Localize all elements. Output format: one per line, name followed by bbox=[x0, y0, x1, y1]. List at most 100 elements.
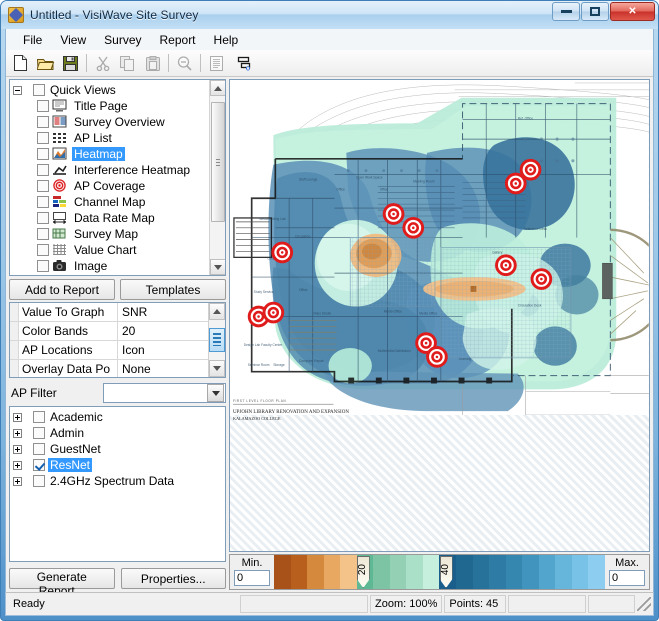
close-icon[interactable]: ✕ bbox=[610, 2, 655, 21]
checkbox-survey-overview[interactable] bbox=[37, 116, 49, 128]
remove-from-report-icon[interactable] bbox=[233, 52, 256, 74]
open-folder-icon[interactable] bbox=[34, 52, 57, 74]
tree-node-survey-map[interactable]: Survey Map bbox=[13, 226, 225, 242]
checkbox-channel-map[interactable] bbox=[37, 196, 49, 208]
property-row-overlay-data-points[interactable]: Overlay Data Po None bbox=[10, 360, 208, 378]
menu-view[interactable]: View bbox=[51, 31, 95, 49]
copy-icon[interactable] bbox=[116, 52, 139, 74]
scroll-down-icon[interactable] bbox=[209, 360, 225, 377]
checkbox-ap-coverage[interactable] bbox=[37, 180, 49, 192]
tree-node-survey-overview[interactable]: Survey Overview bbox=[13, 114, 225, 130]
add-to-report-button[interactable]: Add to Report bbox=[9, 279, 115, 300]
heatmap-canvas[interactable]: Staff Lounge Open Work Space Office Offi… bbox=[230, 80, 649, 551]
ap-filter-tree[interactable]: Academic Admin GuestNet bbox=[9, 406, 226, 562]
checkbox-ap-list[interactable] bbox=[37, 132, 49, 144]
scroll-thumb[interactable] bbox=[211, 102, 225, 222]
checkbox-resnet[interactable] bbox=[33, 459, 45, 471]
legend-min-label: Min. bbox=[242, 558, 263, 569]
legend-band bbox=[456, 555, 473, 589]
property-value[interactable]: 20 bbox=[118, 322, 208, 340]
checkbox-survey-map[interactable] bbox=[37, 228, 49, 240]
cut-scissors-icon[interactable] bbox=[91, 52, 114, 74]
generate-report-button[interactable]: Generate Report... bbox=[9, 568, 115, 589]
property-row-value-to-graph[interactable]: Value To Graph SNR bbox=[10, 303, 208, 322]
plan-caption-line2: KALAMAZOO COLLEGE bbox=[233, 416, 281, 421]
properties-button[interactable]: Properties... bbox=[121, 568, 227, 589]
expander-icon[interactable] bbox=[13, 413, 22, 422]
legend-color-bands[interactable]: 20 40 bbox=[274, 555, 605, 589]
chevron-down-icon[interactable] bbox=[207, 384, 224, 402]
expander-icon[interactable] bbox=[13, 461, 22, 470]
scroll-track[interactable] bbox=[209, 320, 225, 360]
scroll-track[interactable] bbox=[210, 96, 226, 259]
expander-icon[interactable] bbox=[13, 445, 22, 454]
menu-survey[interactable]: Survey bbox=[95, 31, 150, 49]
checkbox-spectrum-data[interactable] bbox=[33, 475, 45, 487]
property-row-color-bands[interactable]: Color Bands 20 bbox=[10, 322, 208, 341]
scroll-down-icon[interactable] bbox=[210, 259, 226, 275]
checkbox-interference-heatmap[interactable] bbox=[37, 164, 49, 176]
checkbox-admin[interactable] bbox=[33, 427, 45, 439]
legend-max: Max. bbox=[605, 555, 649, 589]
new-file-icon[interactable] bbox=[9, 52, 32, 74]
tree-node-image[interactable]: Image bbox=[13, 258, 225, 274]
tree-node-channel-map[interactable]: Channel Map bbox=[13, 194, 225, 210]
tree-node-interference-heatmap[interactable]: Interference Heatmap bbox=[13, 162, 225, 178]
checkbox-title-page[interactable] bbox=[37, 100, 49, 112]
color-scale-legend: Min. 20 40 Max. bbox=[229, 554, 650, 590]
minimize-icon[interactable] bbox=[552, 2, 580, 21]
ap-filter-node-guestnet[interactable]: GuestNet bbox=[13, 441, 225, 457]
zoom-out-icon[interactable] bbox=[173, 52, 196, 74]
menu-help[interactable]: Help bbox=[205, 31, 248, 49]
save-disk-icon[interactable] bbox=[59, 52, 82, 74]
menu-file[interactable]: File bbox=[14, 31, 51, 49]
checkbox-academic[interactable] bbox=[33, 411, 45, 423]
ap-filter-combo[interactable] bbox=[103, 383, 226, 403]
svg-text:Open Work Space: Open Work Space bbox=[356, 176, 383, 180]
scroll-thumb[interactable] bbox=[209, 328, 225, 352]
ap-filter-node-resnet[interactable]: ResNet bbox=[13, 457, 225, 473]
checkbox-value-chart[interactable] bbox=[37, 244, 49, 256]
checkbox-image[interactable] bbox=[37, 260, 49, 272]
resize-grip-icon[interactable] bbox=[637, 597, 651, 611]
tree-node-data-rate-map[interactable]: Data Rate Map bbox=[13, 210, 225, 226]
quick-views-tree[interactable]: Quick Views Title Page bbox=[9, 79, 226, 276]
checkbox-guestnet[interactable] bbox=[33, 443, 45, 455]
menu-report[interactable]: Report bbox=[151, 31, 205, 49]
templates-button[interactable]: Templates bbox=[120, 279, 226, 300]
property-row-ap-locations[interactable]: AP Locations Icon bbox=[10, 341, 208, 360]
checkbox-data-rate-map[interactable] bbox=[37, 212, 49, 224]
scroll-up-icon[interactable] bbox=[210, 80, 226, 96]
property-grid-scrollbar[interactable] bbox=[208, 303, 225, 377]
property-grid[interactable]: Value To Graph SNR Color Bands 20 AP Loc… bbox=[9, 302, 226, 378]
quick-views-scrollbar[interactable] bbox=[209, 80, 225, 275]
heatmap-view[interactable]: Staff Lounge Open Work Space Office Offi… bbox=[229, 79, 650, 552]
checkbox-quick-views[interactable] bbox=[33, 84, 45, 96]
checkbox-heatmap[interactable] bbox=[37, 148, 49, 160]
restore-icon[interactable] bbox=[581, 2, 609, 21]
paste-icon[interactable] bbox=[141, 52, 164, 74]
property-value[interactable]: None bbox=[118, 360, 208, 378]
tree-node-heatmap[interactable]: Heatmap bbox=[13, 146, 225, 162]
tree-node-ap-coverage[interactable]: AP Coverage bbox=[13, 178, 225, 194]
tree-node-ap-list[interactable]: AP List bbox=[13, 130, 225, 146]
expander-icon[interactable] bbox=[13, 429, 22, 438]
document-icon[interactable] bbox=[205, 52, 228, 74]
ap-filter-node-admin[interactable]: Admin bbox=[13, 425, 225, 441]
tree-node-value-chart[interactable]: Value Chart bbox=[13, 242, 225, 258]
expander-icon[interactable] bbox=[13, 477, 22, 486]
tree-node-title-page[interactable]: Title Page bbox=[13, 98, 225, 114]
property-value[interactable]: Icon bbox=[118, 341, 208, 359]
property-value[interactable]: SNR bbox=[118, 303, 208, 321]
expander-icon[interactable] bbox=[13, 86, 22, 95]
legend-min-input[interactable] bbox=[234, 570, 270, 586]
scroll-up-icon[interactable] bbox=[209, 303, 225, 320]
quick-views-tree-body: Quick Views Title Page bbox=[10, 80, 225, 274]
property-gutter bbox=[10, 341, 19, 359]
legend-max-input[interactable] bbox=[609, 570, 645, 586]
ap-filter-node-academic[interactable]: Academic bbox=[13, 409, 225, 425]
ap-filter-node-spectrum-data[interactable]: 2.4GHz Spectrum Data bbox=[13, 473, 225, 489]
tree-node-quick-views[interactable]: Quick Views bbox=[13, 82, 225, 98]
status-points: Points: 45 bbox=[444, 595, 506, 613]
tree-label: Interference Heatmap bbox=[72, 163, 192, 177]
